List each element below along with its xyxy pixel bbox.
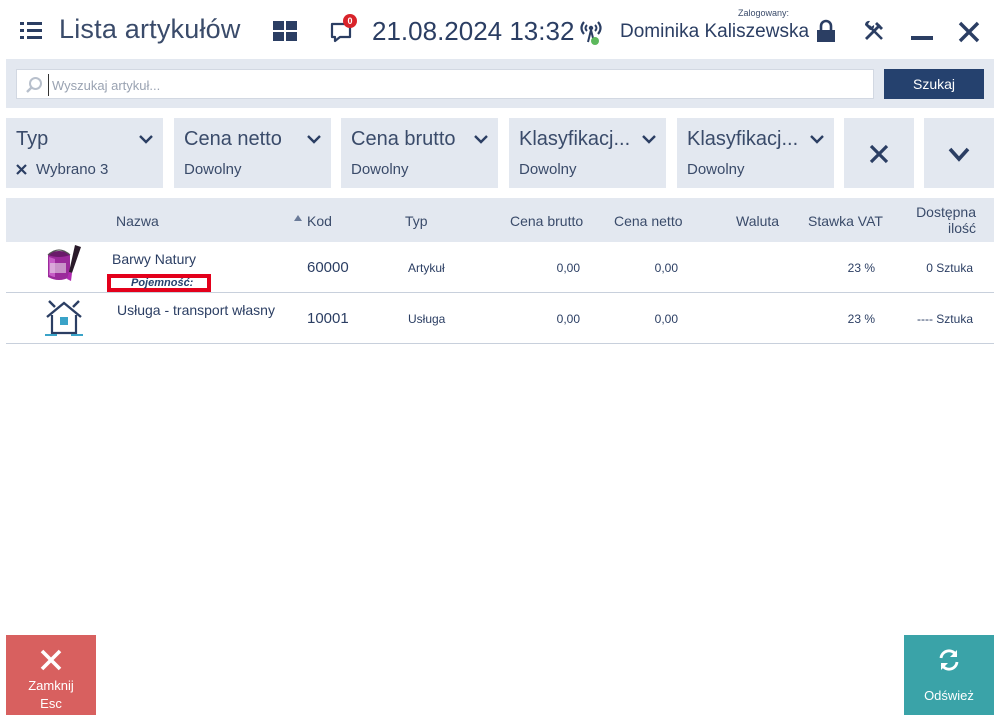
column-header-price-net[interactable]: Cena netto: [614, 213, 683, 229]
item-name: Usługa - transport własny: [117, 302, 275, 318]
search-icon: [26, 77, 42, 93]
table-row[interactable]: Barwy Natury Pojemność: 60000 Artykuł 0,…: [6, 242, 994, 293]
filter-value: Dowolny: [519, 161, 577, 178]
filter-classification-1[interactable]: Klasyfikacj... Dowolny: [509, 118, 666, 188]
search-field: [16, 69, 874, 99]
chevron-down-icon: [474, 135, 488, 144]
item-price-net: 0,00: [654, 312, 678, 326]
item-price-gross: 0,00: [556, 312, 580, 326]
close-button-shortcut: Esc: [40, 696, 62, 711]
chevron-down-icon: [810, 135, 824, 144]
chevron-down-icon: [948, 147, 970, 162]
item-vat: 23 %: [847, 312, 875, 326]
filter-net-price[interactable]: Cena netto Dowolny: [174, 118, 331, 188]
filter-label: Typ: [16, 128, 49, 150]
filter-value: Dowolny: [351, 161, 409, 178]
column-header-vat[interactable]: Stawka VAT: [808, 213, 883, 229]
refresh-button[interactable]: Odśwież: [904, 635, 994, 715]
close-window-icon[interactable]: [958, 21, 980, 43]
minimize-icon[interactable]: [911, 36, 933, 40]
attribute-highlight: Pojemność:: [107, 274, 211, 292]
notification-badge: 0: [343, 14, 357, 28]
close-button-label: Zamknij: [28, 678, 74, 693]
item-price-net: 0,00: [654, 261, 678, 275]
filter-label: Cena netto: [184, 128, 282, 150]
datetime: 21.08.2024 13:32: [372, 16, 575, 46]
page-title: Lista artykułów: [59, 14, 241, 44]
clear-filter-icon[interactable]: [16, 164, 27, 175]
column-header-currency[interactable]: Waluta: [736, 213, 779, 229]
close-icon: [40, 649, 62, 671]
paint-bucket-icon: [47, 245, 81, 281]
chevron-down-icon: [139, 135, 153, 144]
column-header-label: Dostępna: [916, 204, 976, 220]
connection-status-icon[interactable]: [578, 18, 604, 46]
tiles-icon[interactable]: [273, 21, 297, 41]
user-name: Dominika Kaliszewska: [620, 21, 810, 42]
header: Lista artykułów 0 21.08.2024 13:32 Zalog…: [0, 0, 999, 62]
lock-icon[interactable]: [815, 19, 837, 43]
item-code: 10001: [307, 310, 349, 327]
tools-icon[interactable]: [862, 19, 886, 43]
table-row[interactable]: Usługa - transport własny 10001 Usługa 0…: [6, 293, 994, 344]
column-header-price-gross[interactable]: Cena brutto: [510, 213, 583, 229]
filter-classification-2[interactable]: Klasyfikacj... Dowolny: [677, 118, 834, 188]
column-header-code[interactable]: Kod: [307, 213, 332, 229]
search-button[interactable]: Szukaj: [884, 69, 984, 99]
sort-ascending-icon: [294, 215, 302, 221]
attribute-label: Pojemność:: [131, 277, 194, 289]
house-tools-icon: [45, 300, 83, 336]
expand-filters-button[interactable]: [924, 118, 994, 188]
filter-label: Klasyfikacj...: [519, 128, 631, 150]
close-button[interactable]: Zamknij Esc: [6, 635, 96, 715]
filter-label: Cena brutto: [351, 128, 456, 150]
column-header-name[interactable]: Nazwa: [116, 213, 159, 229]
search-input[interactable]: [48, 74, 858, 96]
item-price-gross: 0,00: [556, 261, 580, 275]
item-type: Artykuł: [408, 261, 445, 275]
table-header: Nazwa Kod Typ Cena brutto Cena netto Wal…: [6, 198, 994, 242]
item-vat: 23 %: [847, 261, 875, 275]
column-header-available[interactable]: Dostępna ilość: [916, 204, 976, 236]
chevron-down-icon: [642, 135, 656, 144]
item-available: 0 Sztuka: [926, 261, 973, 275]
clear-filters-button[interactable]: [844, 118, 914, 188]
column-header-type[interactable]: Typ: [405, 213, 428, 229]
chevron-down-icon: [307, 135, 321, 144]
refresh-button-label: Odśwież: [924, 688, 974, 703]
filter-value: Wybrano 3: [36, 161, 109, 178]
menu-icon[interactable]: [20, 22, 42, 40]
item-type: Usługa: [408, 312, 446, 326]
search-bar: Szukaj: [6, 59, 994, 108]
logged-in-label: Zalogowany:: [738, 8, 790, 18]
filter-gross-price[interactable]: Cena brutto Dowolny: [341, 118, 498, 188]
clear-icon: [869, 144, 889, 164]
item-code: 60000: [307, 259, 349, 276]
table-empty-area: [6, 344, 994, 630]
filter-value: Dowolny: [184, 161, 242, 178]
column-header-label: ilość: [947, 220, 976, 236]
filter-label: Klasyfikacj...: [687, 128, 799, 150]
filter-value: Dowolny: [687, 161, 745, 178]
filter-type[interactable]: Typ Wybrano 3: [6, 118, 163, 188]
refresh-icon: [939, 649, 959, 671]
item-available: ---- Sztuka: [916, 312, 973, 326]
item-name: Barwy Natury: [112, 251, 197, 267]
